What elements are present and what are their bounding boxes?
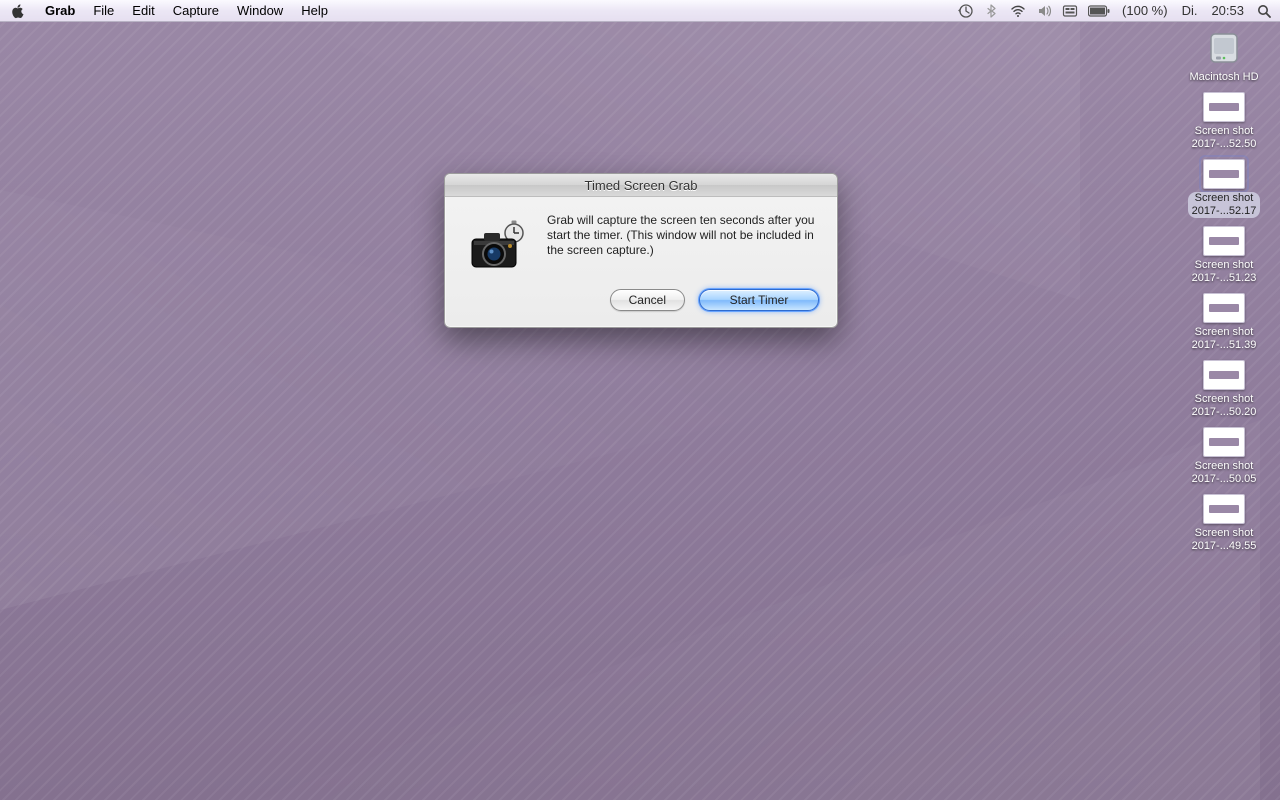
bluetooth-icon[interactable] [984, 3, 1000, 19]
desktop-icon-label: Screen shot 2017-...52.17 [1188, 192, 1261, 218]
menu-bar: Grab File Edit Capture Window Help [0, 0, 1280, 22]
clock-time[interactable]: 20:53 [1209, 3, 1246, 18]
camera-timer-icon [463, 213, 533, 275]
battery-percent: (100 %) [1120, 3, 1170, 18]
desktop-icon-screenshot[interactable]: Screen shot 2017-...51.23 [1178, 226, 1270, 285]
cancel-button[interactable]: Cancel [610, 289, 685, 311]
desktop-icons: Macintosh HD Screen shot 2017-...52.50 Scr… [1178, 28, 1270, 553]
document-thumb-icon [1203, 427, 1245, 457]
harddrive-icon [1204, 28, 1244, 68]
menu-app-name[interactable]: Grab [36, 0, 84, 22]
textinput-icon[interactable] [1062, 3, 1078, 19]
spotlight-icon[interactable] [1256, 3, 1272, 19]
desktop-icon-screenshot[interactable]: Screen shot 2017-...50.20 [1178, 360, 1270, 419]
desktop-icon-label: Screen shot 2017-...50.05 [1192, 460, 1257, 486]
desktop-icon-screenshot[interactable]: Screen shot 2017-...52.50 [1178, 92, 1270, 151]
volume-icon[interactable] [1036, 3, 1052, 19]
desktop-icon-label: Screen shot 2017-...49.55 [1192, 527, 1257, 553]
desktop-icon-screenshot[interactable]: Screen shot 2017-...50.05 [1178, 427, 1270, 486]
timed-grab-dialog: Timed Screen Grab [444, 173, 838, 328]
clock-day[interactable]: Di. [1180, 3, 1200, 18]
apple-icon [10, 3, 26, 19]
menu-edit[interactable]: Edit [123, 0, 163, 22]
menu-window[interactable]: Window [228, 0, 292, 22]
document-thumb-icon [1203, 494, 1245, 524]
menu-help[interactable]: Help [292, 0, 337, 22]
document-thumb-icon [1203, 92, 1245, 122]
wifi-icon[interactable] [1010, 3, 1026, 19]
desktop-icon-label: Macintosh HD [1189, 71, 1258, 84]
menu-capture[interactable]: Capture [164, 0, 228, 22]
desktop[interactable]: Grab File Edit Capture Window Help [0, 0, 1280, 800]
desktop-icon-screenshot[interactable]: Screen shot 2017-...51.39 [1178, 293, 1270, 352]
dialog-message: Grab will capture the screen ten seconds… [547, 213, 819, 275]
desktop-icon-macintosh-hd[interactable]: Macintosh HD [1178, 28, 1270, 84]
desktop-icon-label: Screen shot 2017-...51.23 [1192, 259, 1257, 285]
desktop-icon-label: Screen shot 2017-...50.20 [1192, 393, 1257, 419]
desktop-icon-screenshot[interactable]: Screen shot 2017-...52.17 [1178, 159, 1270, 218]
menu-file[interactable]: File [84, 0, 123, 22]
desktop-icon-screenshot[interactable]: Screen shot 2017-...49.55 [1178, 494, 1270, 553]
desktop-icon-label: Screen shot 2017-...51.39 [1192, 326, 1257, 352]
desktop-icon-label: Screen shot 2017-...52.50 [1192, 125, 1257, 151]
start-timer-button[interactable]: Start Timer [699, 289, 819, 311]
dialog-title: Timed Screen Grab [445, 174, 837, 197]
document-thumb-icon [1203, 226, 1245, 256]
document-thumb-icon [1203, 293, 1245, 323]
timemachine-icon[interactable] [958, 3, 974, 19]
document-thumb-icon [1203, 159, 1245, 189]
document-thumb-icon [1203, 360, 1245, 390]
battery-icon[interactable] [1088, 5, 1110, 17]
apple-menu[interactable] [8, 0, 36, 22]
